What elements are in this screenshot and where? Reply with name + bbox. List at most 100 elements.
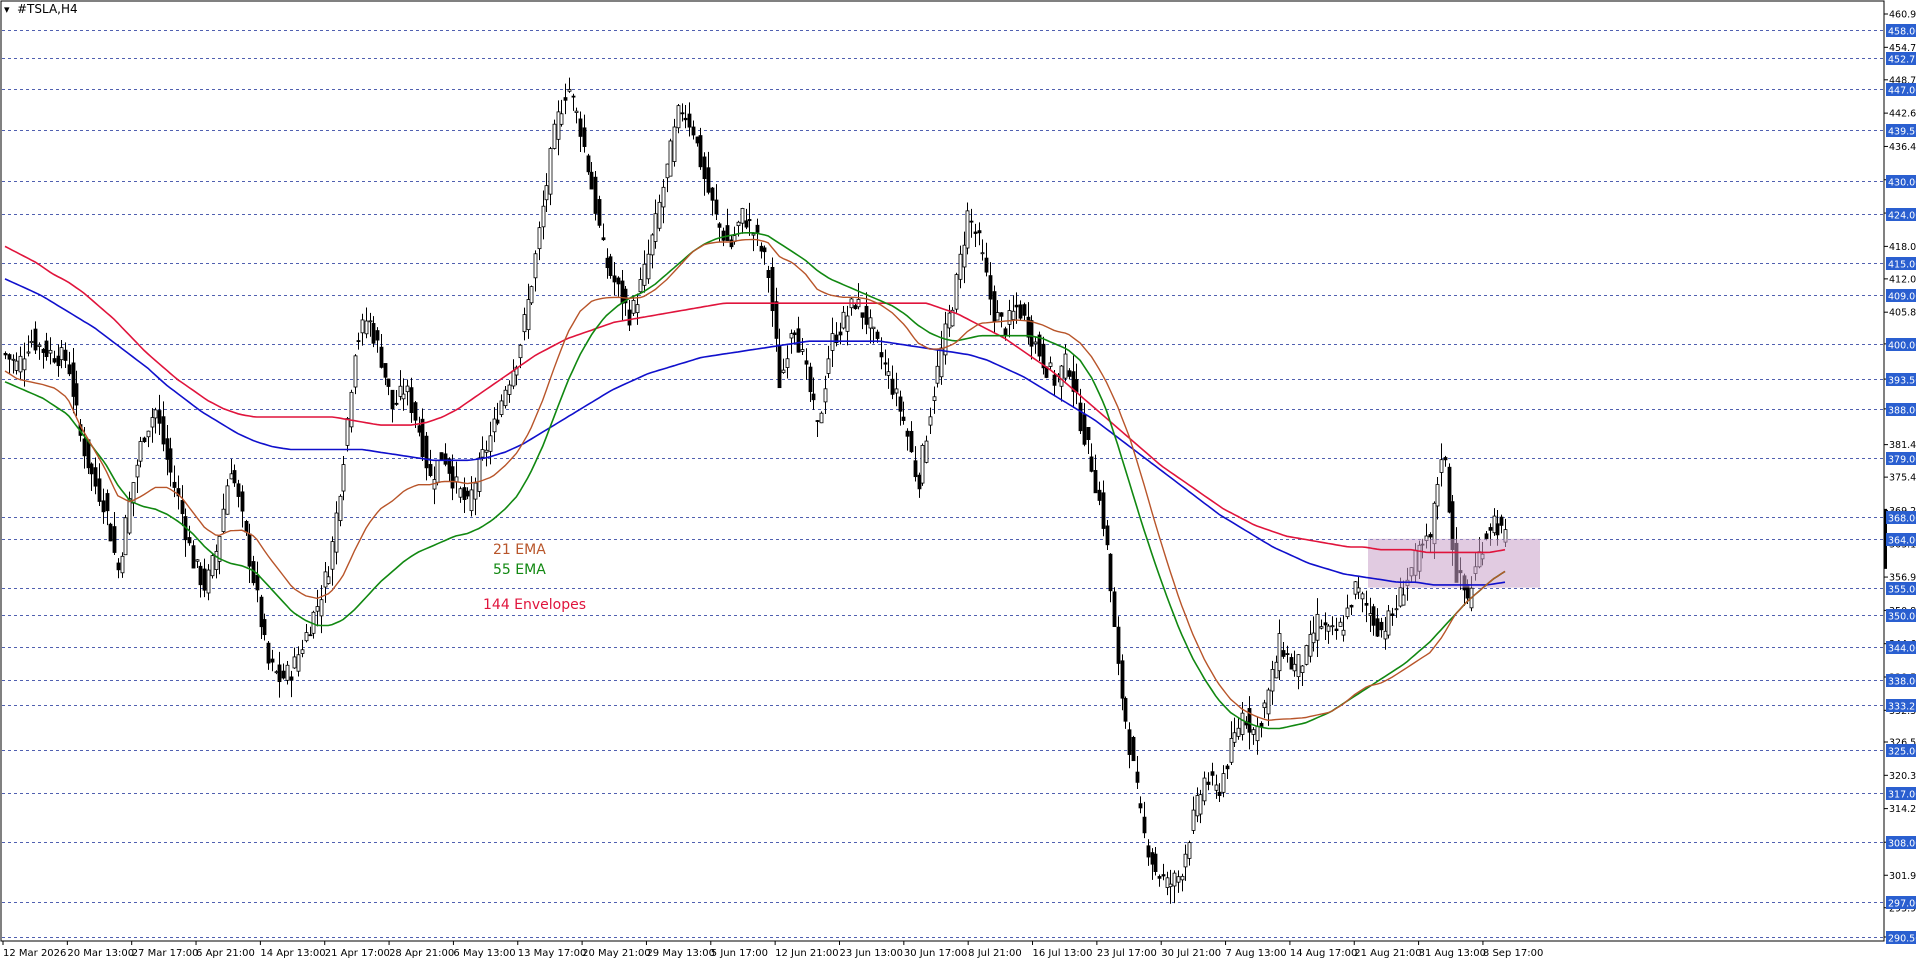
- price-axis[interactable]: 460.90454.75448.75442.60436.45430.30424.…: [1884, 10, 1916, 944]
- candle-body: [123, 517, 128, 556]
- candle-body: [992, 291, 997, 323]
- candle-body: [1356, 587, 1361, 593]
- candle-body: [221, 508, 226, 532]
- candle-body: [1274, 661, 1279, 679]
- candle-body: [687, 113, 692, 128]
- candle-body: [477, 457, 482, 492]
- chevron-down-icon[interactable]: ▾: [4, 3, 10, 16]
- candle-body: [932, 396, 937, 401]
- candle-body: [1304, 645, 1309, 665]
- candle-body: [1176, 876, 1181, 883]
- candle-body: [913, 460, 918, 478]
- candle-body: [206, 569, 211, 594]
- candle-body: [1097, 489, 1102, 501]
- candle-body: [386, 378, 391, 387]
- time-axis-label: 29 May 13:00: [646, 948, 715, 959]
- price-tag-label: 424.00: [1888, 211, 1916, 222]
- candle-body: [1266, 689, 1271, 715]
- candle-body: [1187, 842, 1192, 859]
- candle-body: [1165, 877, 1170, 888]
- candle-body: [1484, 533, 1489, 540]
- candle-body: [1221, 773, 1226, 793]
- candle-body: [202, 568, 207, 591]
- candle-body: [898, 396, 903, 412]
- candle-body: [650, 234, 655, 256]
- candle-body: [1168, 883, 1173, 888]
- candle-body: [608, 256, 613, 276]
- candle-body: [759, 245, 764, 252]
- candle-body: [52, 358, 57, 363]
- price-axis-label: 375.40: [1889, 473, 1916, 484]
- candle-body: [236, 483, 241, 497]
- candle-body: [1093, 470, 1098, 494]
- candle-body: [1135, 771, 1140, 783]
- candle-body: [67, 364, 72, 375]
- candle-body: [1289, 657, 1294, 670]
- price-tag-label: 333.25: [1888, 702, 1916, 713]
- candle-body: [41, 348, 46, 353]
- candle-body: [917, 474, 922, 490]
- candle-body: [582, 127, 587, 147]
- price-tag-label: 308.00: [1888, 839, 1916, 850]
- candle-body: [1488, 527, 1493, 531]
- candle-body: [198, 565, 203, 586]
- price-tag-label: 452.75: [1888, 55, 1916, 66]
- candle-body: [488, 435, 493, 452]
- candle-body: [480, 449, 485, 458]
- candle-body: [371, 323, 376, 344]
- candle-body: [458, 488, 463, 498]
- candle-body: [706, 167, 711, 193]
- candle-body: [529, 286, 534, 304]
- candle-body: [56, 355, 61, 367]
- time-axis-label: 8 Jul 21:00: [968, 948, 1022, 959]
- candle-body: [1131, 736, 1136, 762]
- candle-body: [559, 113, 564, 125]
- candle-body: [1349, 604, 1354, 608]
- candle-body: [616, 277, 621, 285]
- candle-body: [353, 355, 358, 388]
- candle-body: [108, 523, 113, 542]
- candle-body: [1003, 328, 1008, 337]
- candle-body: [63, 349, 68, 361]
- candle-body: [161, 416, 166, 445]
- chart-window[interactable]: 460.90454.75448.75442.60436.45430.30424.…: [0, 0, 1916, 963]
- price-axis-label: 436.45: [1889, 142, 1916, 153]
- candle-body: [962, 244, 967, 268]
- candle-body: [469, 489, 474, 512]
- time-axis-label: 21 Aug 21:00: [1354, 948, 1421, 959]
- candle-body: [450, 466, 455, 489]
- time-axis-label: 12 Jun 21:00: [775, 948, 839, 959]
- price-axis-label: 320.35: [1889, 771, 1916, 782]
- price-tag-label: 430.00: [1888, 178, 1916, 189]
- candle-body: [1308, 634, 1313, 657]
- candle-body: [920, 444, 925, 484]
- candle-body: [507, 384, 512, 395]
- time-axis-label: 16 Jul 13:00: [1033, 948, 1093, 959]
- candle-body: [1059, 365, 1064, 387]
- candle-body: [135, 464, 140, 478]
- candle-body: [1229, 738, 1234, 763]
- candle-body: [977, 230, 982, 234]
- candle-body: [338, 495, 343, 522]
- candle-body: [548, 148, 553, 195]
- price-axis-label: 418.00: [1889, 242, 1916, 253]
- candle-body: [988, 275, 993, 300]
- price-tag-label: 447.00: [1888, 86, 1916, 97]
- time-axis-label: 14 Apr 13:00: [260, 948, 325, 959]
- candle-body: [1063, 353, 1068, 379]
- candle-body: [1150, 852, 1155, 865]
- price-chart[interactable]: 460.90454.75448.75442.60436.45430.30424.…: [0, 0, 1916, 963]
- candle-body: [349, 391, 354, 428]
- candle-body: [612, 275, 617, 283]
- candle-body: [1379, 621, 1384, 631]
- time-axis-label: 7 Aug 13:00: [1226, 948, 1287, 959]
- time-axis-label: 30 Jul 21:00: [1161, 948, 1221, 959]
- candle-body: [627, 309, 632, 326]
- time-axis-label: 20 May 21:00: [582, 948, 651, 959]
- candle-body: [499, 400, 504, 415]
- candle-body: [511, 370, 516, 387]
- candle-body: [605, 257, 610, 269]
- candle-body: [262, 619, 267, 636]
- candle-body: [495, 419, 500, 424]
- candle-body: [1172, 872, 1177, 887]
